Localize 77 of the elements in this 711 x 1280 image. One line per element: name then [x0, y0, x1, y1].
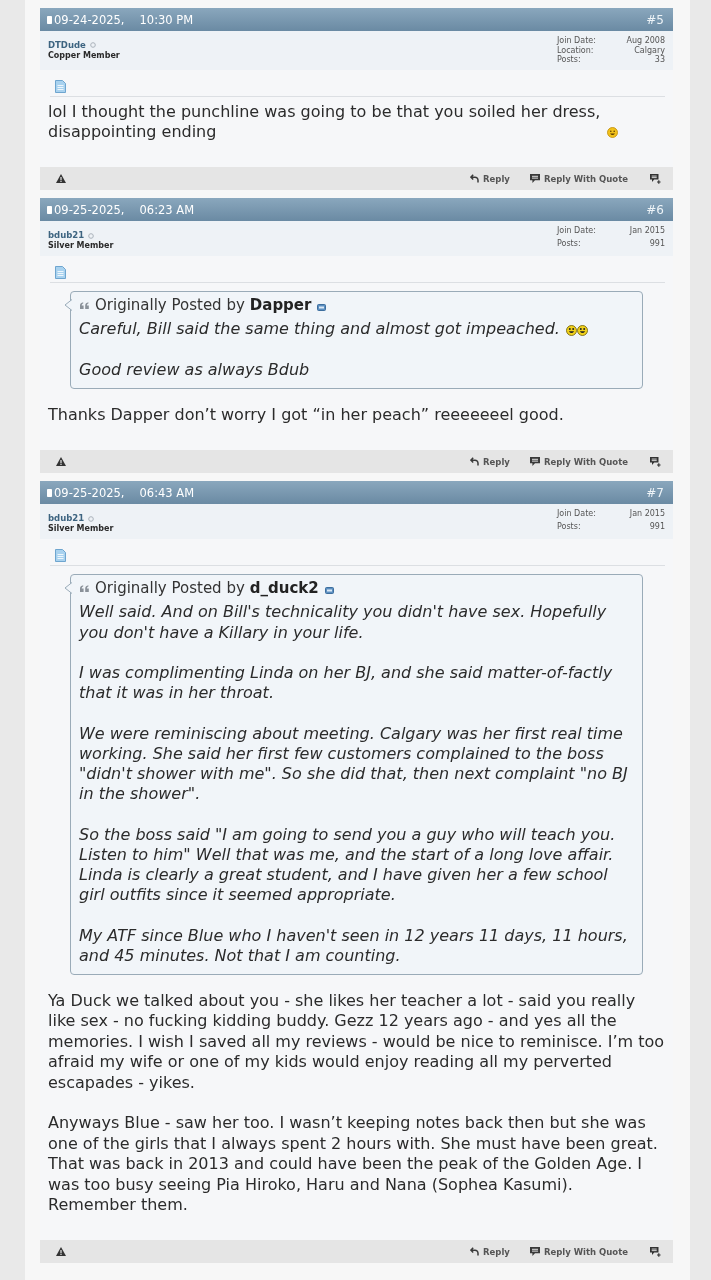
square-icon [47, 15, 52, 24]
document-icon [55, 79, 66, 93]
stat-label: Join Date: [557, 36, 597, 46]
speech-bubble-icon [529, 457, 540, 467]
post-text: Ya Duck we talked about you - she likes her teacher a lot - said you really like sex - no fucking kidding buddy. Gezz 12 years ago - and yes all the memories. I wish I saved all my reviews - would be nice to reminisce. I’m too afraid my wife or one of my kids would enjoy reading all my perverted escapades - yikes. [48, 990, 665, 1093]
curved-arrow-icon [470, 1247, 479, 1257]
reply-button[interactable]: Reply [470, 173, 510, 184]
stat-value: Aug 2008 [625, 36, 665, 46]
quote-marks-icon [80, 584, 89, 592]
quote-marks-icon [80, 301, 89, 309]
multi-quote-button[interactable] [650, 456, 661, 467]
stat-value: Jan 2015 [628, 226, 665, 238]
post-text: lol I thought the punchline was going to be that you soiled her dress, disappointing ending [48, 101, 602, 143]
user-title: Silver Member [48, 240, 114, 252]
speech-bubble-plus-icon [650, 1246, 661, 1257]
post-time: 10:30 PM [139, 12, 194, 27]
window-icon[interactable] [317, 303, 327, 311]
report-button[interactable] [56, 174, 66, 184]
stat-label: Posts: [557, 238, 582, 250]
reply-with-quote-button[interactable]: Reply With Quote [529, 456, 628, 467]
user-title: Silver Member [48, 523, 114, 535]
reply-button[interactable]: Reply [470, 456, 510, 467]
quote-text: Careful, Bill said the same thing and almost got impeached. [79, 319, 561, 340]
quote-text: Good review as always Bdub [79, 359, 311, 380]
quote-text: Well said. And on Bill's technicality you didn't have sex. Hopefully you don't have a Killary in your life. [79, 602, 608, 643]
multi-quote-button[interactable] [650, 1246, 661, 1257]
report-button[interactable] [56, 1247, 66, 1257]
multi-quote-button[interactable] [650, 173, 661, 184]
smiley-icon [607, 127, 618, 139]
quote-text: So the boss said "I am going to send you a guy who will teach you. Listen to him" Well that was me, and the start of a long love affair. Linda is clearly a great student, and I have given her a few school girl outfits since it seemed appropriate. [79, 824, 617, 906]
reply-button[interactable]: Reply [470, 1246, 510, 1257]
quote-author: Dapper [249, 295, 312, 316]
curved-arrow-icon [470, 174, 479, 184]
stat-label: Join Date: [557, 509, 597, 521]
warning-icon [56, 174, 66, 184]
user-title: Copper Member [48, 50, 120, 61]
warning-icon [56, 1247, 66, 1257]
square-icon [47, 205, 52, 214]
window-icon[interactable] [324, 586, 334, 594]
reply-with-quote-button[interactable]: Reply With Quote [529, 173, 628, 184]
stat-value: 33 [654, 55, 665, 65]
stat-value: 991 [648, 521, 665, 533]
stat-label: Posts: [557, 55, 582, 65]
stat-label: Join Date: [557, 226, 597, 238]
post-text: Anyways Blue - saw her too. I wasn’t keeping notes back then but she was one of the girls that I always spent 2 hours with. She must have been great. That was back in 2013 and could have been the peak of the Golden Age. I was too busy seeing Pia Hiroko, Haru and Nana (Sophea Kasumi). Remember them. [48, 1113, 659, 1216]
quote-author: d_duck2 [249, 578, 319, 599]
post-time: 06:23 AM [139, 202, 195, 217]
speech-bubble-icon [529, 1247, 540, 1257]
post-date: 09-24-2025, [54, 12, 125, 27]
quote-text: We were reminiscing about meeting. Calgary was her first real time working. She said her first few customers complained to the boss "didn't shower with me". So she did that, then next complaint "no BJ in the shower". [79, 723, 629, 805]
username-link[interactable]: bdub21 [48, 513, 85, 524]
warning-icon [56, 457, 66, 467]
double-smiley-icon [566, 324, 588, 336]
report-button[interactable] [56, 457, 66, 467]
document-icon [55, 549, 66, 563]
post-text: Thanks Dapper don’t worry I got “in her peach” reeeeeeel good. [48, 404, 565, 426]
stat-value: Calgary [633, 45, 665, 55]
stat-value: Jan 2015 [628, 509, 665, 521]
quote-text: My ATF since Blue who I haven't seen in 12 years 11 days, 11 hours, and 45 minutes. Not that I am counting. [79, 925, 629, 966]
stat-label: Posts: [557, 521, 582, 533]
post-date: 09-25-2025, [54, 485, 125, 500]
quote-attribution: Originally Posted by [95, 295, 245, 316]
quote-attribution: Originally Posted by [95, 578, 245, 599]
stat-label: Location: [557, 45, 595, 55]
speech-bubble-icon [529, 174, 540, 184]
reply-with-quote-button[interactable]: Reply With Quote [529, 1246, 628, 1257]
document-icon [55, 266, 66, 280]
square-icon [47, 488, 52, 497]
stat-value: 991 [648, 238, 665, 250]
post-time: 06:43 AM [139, 485, 195, 500]
curved-arrow-icon [470, 457, 479, 467]
quote-text: I was complimenting Linda on her BJ, and she said matter-of-factly that it was in her throat. [79, 662, 614, 704]
username-link[interactable]: DTDude [48, 40, 86, 51]
speech-bubble-plus-icon [650, 456, 661, 467]
speech-bubble-plus-icon [650, 173, 661, 184]
post-date: 09-25-2025, [54, 202, 125, 217]
username-link[interactable]: bdub21 [48, 230, 85, 241]
